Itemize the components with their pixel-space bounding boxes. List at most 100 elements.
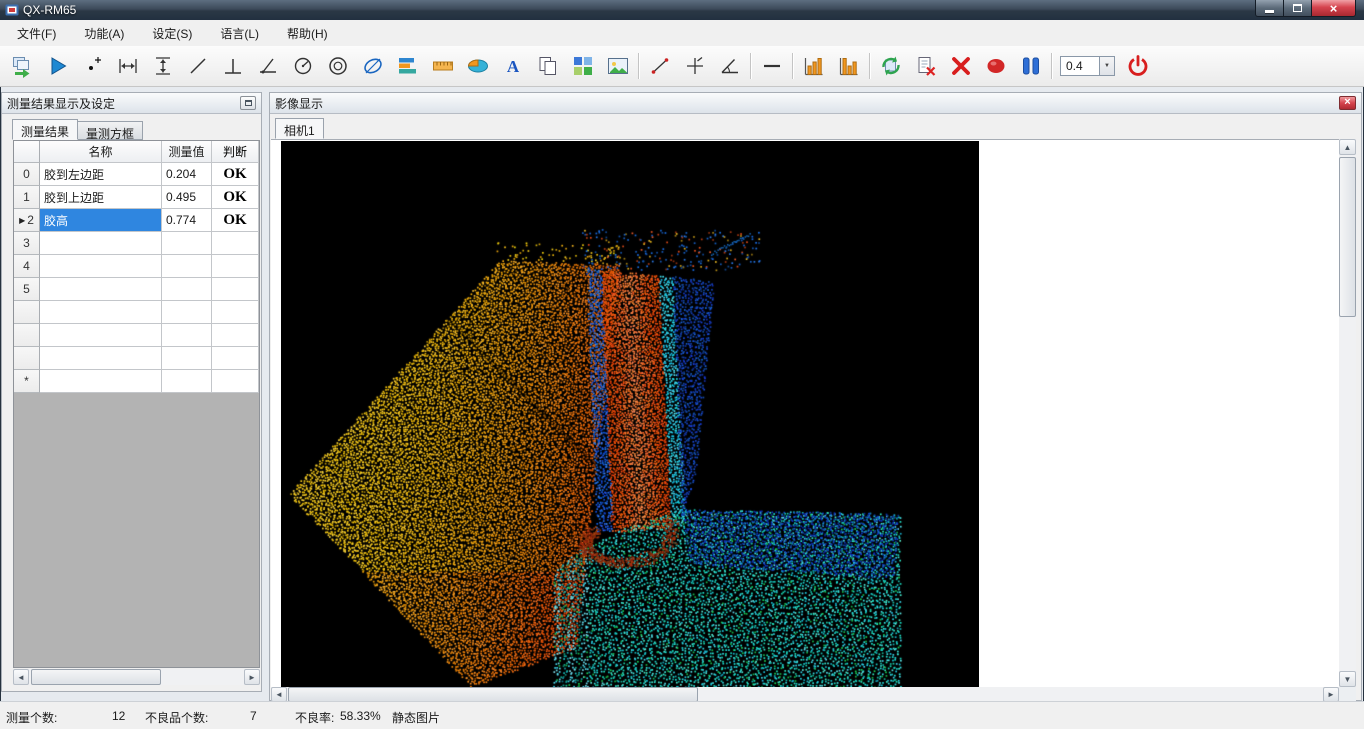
title-bar[interactable]: QX-RM65 ×: [0, 0, 1364, 20]
picture-button[interactable]: [600, 50, 635, 82]
table-h-scrollbar[interactable]: ◄ ►: [13, 669, 260, 685]
cell-value[interactable]: 0.774: [162, 209, 212, 232]
load-image-button[interactable]: [5, 50, 40, 82]
table-row[interactable]: [14, 347, 259, 370]
minus-tool-button[interactable]: [754, 50, 789, 82]
menu-item[interactable]: 功能(A): [70, 21, 138, 46]
cell-judge[interactable]: [212, 347, 259, 370]
copy-tool-button[interactable]: [530, 50, 565, 82]
histogram-desc-button[interactable]: [831, 50, 866, 82]
cell-name[interactable]: [40, 324, 162, 347]
cell-judge[interactable]: [212, 278, 259, 301]
table-row[interactable]: [14, 301, 259, 324]
ellipse-tool-button[interactable]: [355, 50, 390, 82]
disc-3d-button[interactable]: [460, 50, 495, 82]
scroll-right-arrow[interactable]: ►: [1323, 687, 1339, 702]
circle-radius-tool-button[interactable]: [285, 50, 320, 82]
power-button[interactable]: [1120, 50, 1155, 82]
row-header[interactable]: 4: [14, 255, 40, 278]
zoom-combo[interactable]: 0.4▼: [1060, 56, 1115, 76]
histogram-asc-button[interactable]: [796, 50, 831, 82]
cell-judge[interactable]: OK: [212, 186, 259, 209]
cell-value[interactable]: [162, 255, 212, 278]
image-v-scrollbar[interactable]: ▲ ▼: [1339, 139, 1356, 687]
cell-judge[interactable]: [212, 301, 259, 324]
cell-judge[interactable]: OK: [212, 209, 259, 232]
menu-item[interactable]: 帮助(H): [273, 21, 342, 46]
cell-value[interactable]: [162, 347, 212, 370]
cell-name[interactable]: 胶到左边距: [40, 163, 162, 186]
tab-measure-results[interactable]: 测量结果: [12, 119, 78, 140]
cell-value[interactable]: 0.204: [162, 163, 212, 186]
refresh-button[interactable]: [873, 50, 908, 82]
column-header-name[interactable]: 名称: [40, 141, 162, 163]
table-corner-cell[interactable]: [14, 141, 40, 163]
row-header[interactable]: 1: [14, 186, 40, 209]
cell-value[interactable]: [162, 324, 212, 347]
panel-window-button[interactable]: [240, 96, 256, 110]
delete-doc-button[interactable]: [908, 50, 943, 82]
menu-item[interactable]: 设定(S): [138, 21, 206, 46]
scroll-right-arrow[interactable]: ►: [244, 669, 260, 685]
cell-value[interactable]: [162, 278, 212, 301]
cell-value[interactable]: [162, 370, 212, 393]
tab-measure-boxes[interactable]: 量测方框: [77, 121, 143, 140]
cell-name[interactable]: [40, 370, 162, 393]
table-row[interactable]: 1胶到上边距0.495OK: [14, 186, 259, 209]
table-row[interactable]: [14, 324, 259, 347]
line-tool-button[interactable]: [180, 50, 215, 82]
cell-judge[interactable]: [212, 255, 259, 278]
scrollbar-thumb[interactable]: [1339, 157, 1356, 317]
scroll-left-arrow[interactable]: ◄: [271, 687, 287, 702]
minimize-button[interactable]: [1255, 0, 1284, 17]
text-tool-button[interactable]: A: [495, 50, 530, 82]
point-tool-button[interactable]: [75, 50, 110, 82]
cell-name[interactable]: [40, 232, 162, 255]
ruler-button[interactable]: [425, 50, 460, 82]
table-row[interactable]: 3: [14, 232, 259, 255]
row-header[interactable]: [14, 324, 40, 347]
scroll-up-arrow[interactable]: ▲: [1339, 139, 1356, 155]
cell-value[interactable]: [162, 301, 212, 324]
table-row[interactable]: ▶2胶高0.774OK: [14, 209, 259, 232]
delete-button[interactable]: [943, 50, 978, 82]
cell-name[interactable]: [40, 255, 162, 278]
scroll-down-arrow[interactable]: ▼: [1339, 671, 1356, 687]
column-header-judge[interactable]: 判断: [212, 141, 259, 163]
scrollbar-thumb[interactable]: [31, 669, 161, 685]
record-button[interactable]: [978, 50, 1013, 82]
crosshair-tool-button[interactable]: [677, 50, 712, 82]
row-header[interactable]: 3: [14, 232, 40, 255]
scroll-left-arrow[interactable]: ◄: [13, 669, 29, 685]
column-header-value[interactable]: 测量值: [162, 141, 212, 163]
cell-name[interactable]: 胶高: [40, 209, 162, 232]
cell-name[interactable]: [40, 301, 162, 324]
cell-judge[interactable]: [212, 232, 259, 255]
table-row[interactable]: 0胶到左边距0.204OK: [14, 163, 259, 186]
table-row[interactable]: *: [14, 370, 259, 393]
table-row[interactable]: 4: [14, 255, 259, 278]
image-h-scrollbar[interactable]: ◄ ►: [271, 687, 1339, 702]
zoom-dropdown-arrow[interactable]: ▼: [1100, 56, 1115, 76]
point-cloud-canvas[interactable]: [281, 141, 979, 687]
profile-bars-button[interactable]: [390, 50, 425, 82]
angle-tool-button[interactable]: [712, 50, 747, 82]
cell-name[interactable]: [40, 278, 162, 301]
cell-value[interactable]: 0.495: [162, 186, 212, 209]
menu-item[interactable]: 文件(F): [3, 21, 70, 46]
image-panel-close-button[interactable]: ×: [1339, 96, 1356, 110]
line-points-tool-button[interactable]: [642, 50, 677, 82]
pause-button[interactable]: [1013, 50, 1048, 82]
close-button[interactable]: ×: [1311, 0, 1356, 17]
maximize-button[interactable]: [1284, 0, 1311, 17]
image-tools-button[interactable]: [565, 50, 600, 82]
row-header[interactable]: [14, 347, 40, 370]
cell-judge[interactable]: OK: [212, 163, 259, 186]
row-header[interactable]: 0: [14, 163, 40, 186]
width-measure-button[interactable]: [110, 50, 145, 82]
tab-camera1[interactable]: 相机1: [275, 118, 324, 139]
row-header[interactable]: 5: [14, 278, 40, 301]
run-button[interactable]: [40, 50, 75, 82]
cell-name[interactable]: [40, 347, 162, 370]
angle-line-tool-button[interactable]: [250, 50, 285, 82]
